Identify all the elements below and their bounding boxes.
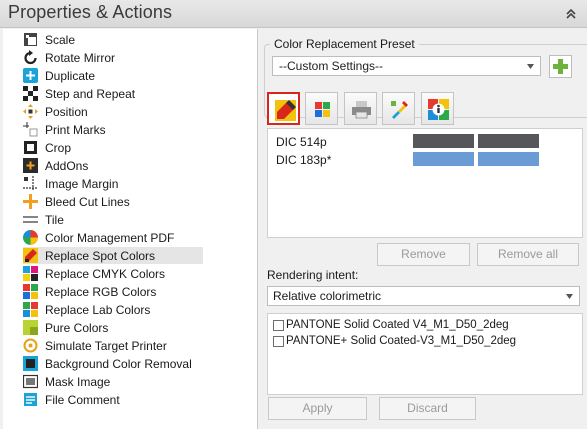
eyedropper-edit-icon	[391, 101, 408, 119]
sidebar-item-replace-rgb-colors[interactable]: Replace RGB Colors	[23, 283, 203, 300]
rotate-mirror-icon	[24, 50, 37, 65]
preset-select[interactable]: --Custom Settings--	[272, 56, 541, 76]
library-label: PANTONE+ Solid Coated-V3_M1_D50_2deg	[286, 335, 517, 347]
printer-icon	[352, 101, 371, 119]
image-margin-icon	[23, 176, 38, 191]
remove-all-button[interactable]: Remove all	[477, 243, 579, 266]
discard-button[interactable]: Discard	[379, 397, 476, 420]
apply-button[interactable]: Apply	[268, 397, 367, 420]
rendering-intent-value: Relative colorimetric	[273, 289, 382, 303]
sidebar-item-simulate-target-printer[interactable]: Simulate Target Printer	[23, 337, 203, 354]
color-swatches-icon	[315, 102, 330, 117]
color-management-pdf-icon	[23, 230, 38, 245]
replacement-color-swatch[interactable]	[478, 152, 539, 166]
tile-icon	[23, 216, 38, 223]
sidebar-item-file-comment[interactable]: File Comment	[23, 391, 203, 408]
color-row[interactable]: DIC 514p	[268, 132, 582, 150]
sidebar-item-tile[interactable]: Tile	[23, 211, 203, 228]
print-marks-icon	[23, 122, 38, 137]
sidebar-item-rotate-mirror[interactable]: Rotate Mirror	[23, 49, 203, 66]
color-name: DIC 514p	[276, 135, 327, 149]
sidebar-item-step-and-repeat[interactable]: Step and Repeat	[23, 85, 203, 102]
sidebar-item-replace-cmyk-colors[interactable]: Replace CMYK Colors	[23, 265, 203, 282]
pure-colors-icon	[23, 320, 38, 335]
sidebar-item-pure-colors[interactable]: Pure Colors	[23, 319, 203, 336]
color-picker-icon	[275, 100, 296, 121]
actions-sidebar: Scale Rotate Mirror Duplicate Step and R…	[3, 29, 258, 429]
rendering-intent-select[interactable]: Relative colorimetric	[267, 286, 580, 306]
chevron-down-icon	[527, 64, 534, 69]
sidebar-item-duplicate[interactable]: Duplicate	[23, 67, 203, 84]
sidebar-item-scale[interactable]: Scale	[23, 31, 203, 48]
replace-spot-colors-icon	[23, 248, 38, 263]
panel-header: Properties & Actions	[0, 0, 587, 28]
plus-icon	[553, 59, 568, 74]
color-row[interactable]: DIC 183p*	[268, 150, 582, 168]
sidebar-item-replace-lab-colors[interactable]: Replace Lab Colors	[23, 301, 203, 318]
preset-select-value: --Custom Settings--	[279, 59, 384, 73]
color-swatches-button[interactable]	[305, 92, 338, 125]
sidebar-item-print-marks[interactable]: Print Marks	[23, 121, 203, 138]
remove-button[interactable]: Remove	[377, 243, 470, 266]
replace-lab-colors-icon	[23, 302, 38, 317]
color-name: DIC 183p*	[276, 153, 332, 167]
sidebar-item-position[interactable]: Position	[23, 103, 203, 120]
chevron-down-icon	[566, 294, 573, 299]
sidebar-item-color-management-pdf[interactable]: Color Management PDF	[23, 229, 203, 246]
collapse-icon[interactable]	[565, 7, 577, 19]
crop-icon	[24, 141, 37, 154]
mask-image-icon	[23, 374, 38, 389]
replace-rgb-colors-icon	[23, 284, 38, 299]
sidebar-item-replace-spot-colors[interactable]: Replace Spot Colors	[23, 247, 203, 264]
original-color-swatch	[413, 134, 474, 148]
add-preset-button[interactable]	[549, 55, 572, 78]
color-library-item[interactable]: PANTONE Solid Coated V4_M1_D50_2deg	[273, 317, 509, 333]
file-comment-icon	[24, 393, 37, 406]
sidebar-item-background-color-removal[interactable]: Background Color Removal	[23, 355, 203, 372]
panel-title: Properties & Actions	[8, 2, 173, 22]
replace-cmyk-colors-icon	[23, 266, 38, 281]
color-library-item[interactable]: PANTONE+ Solid Coated-V3_M1_D50_2deg	[273, 333, 516, 349]
sidebar-item-crop[interactable]: Crop	[23, 139, 203, 156]
info-icon	[428, 99, 449, 120]
sidebar-item-bleed-cut-lines[interactable]: Bleed Cut Lines	[23, 193, 203, 210]
addons-icon	[23, 158, 38, 173]
scale-icon	[24, 33, 37, 46]
library-checkbox[interactable]	[273, 335, 284, 347]
spot-color-list[interactable]: DIC 514p DIC 183p*	[267, 128, 583, 238]
original-color-swatch	[413, 152, 474, 166]
background-color-removal-icon	[23, 356, 38, 371]
info-button[interactable]	[421, 92, 454, 125]
printer-button[interactable]	[344, 92, 377, 125]
color-library-list[interactable]: PANTONE Solid Coated V4_M1_D50_2deg PANT…	[267, 313, 583, 395]
simulate-target-printer-icon	[23, 338, 38, 353]
preset-group-label: Color Replacement Preset	[270, 37, 419, 51]
bleed-cut-lines-icon	[23, 194, 38, 209]
step-and-repeat-icon	[23, 86, 38, 101]
sidebar-item-mask-image[interactable]: Mask Image	[23, 373, 203, 390]
position-icon	[23, 104, 38, 119]
sidebar-item-addons[interactable]: AddOns	[23, 157, 203, 174]
sidebar-item-image-margin[interactable]: Image Margin	[23, 175, 203, 192]
library-label: PANTONE Solid Coated V4_M1_D50_2deg	[286, 319, 509, 331]
rendering-intent-label: Rendering intent:	[267, 268, 359, 282]
replacement-color-swatch[interactable]	[478, 134, 539, 148]
edit-color-button[interactable]	[382, 92, 415, 125]
color-picker-button[interactable]	[267, 92, 300, 125]
library-checkbox[interactable]	[273, 319, 284, 331]
duplicate-icon	[23, 68, 38, 83]
